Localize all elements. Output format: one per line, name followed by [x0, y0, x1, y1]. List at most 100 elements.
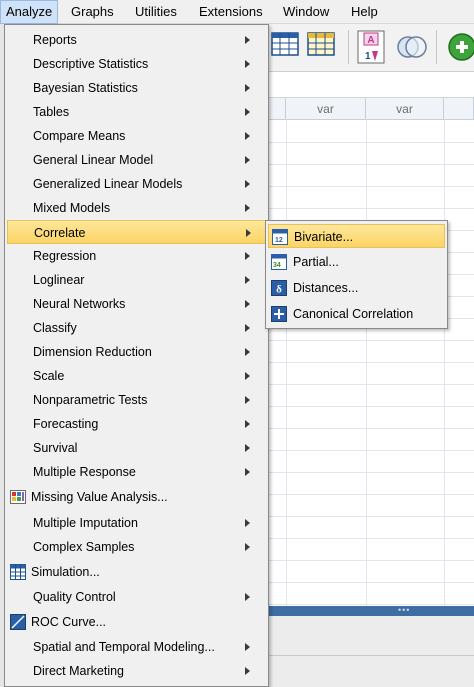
menu-item-label: Simulation...	[31, 565, 100, 579]
menu-item-nonparametric-tests[interactable]: Nonparametric Tests	[7, 388, 266, 412]
menu-bar: Analyze Graphs Utilities Extensions Wind…	[0, 0, 474, 24]
menu-item-compare-means[interactable]: Compare Means	[7, 124, 266, 148]
partial-icon: 34	[271, 254, 287, 270]
overlapping-circles-icon	[397, 36, 427, 58]
submenu-item-canonical-correlation[interactable]: Canonical Correlation	[268, 302, 445, 326]
submenu-arrow-icon	[245, 372, 250, 380]
submenu-item-bivariate[interactable]: 12 Bivariate...	[268, 224, 445, 248]
menu-item-forecasting[interactable]: Forecasting	[7, 412, 266, 436]
menu-item-correlate[interactable]: Correlate	[7, 220, 266, 244]
bivariate-icon: 12	[272, 229, 288, 245]
grid-line	[268, 340, 474, 341]
menu-item-spatial-temporal-modeling[interactable]: Spatial and Temporal Modeling...	[7, 635, 266, 659]
menu-help[interactable]: Help	[346, 0, 383, 24]
value-labels-icon: A 1	[357, 30, 385, 64]
add-button[interactable]	[444, 29, 474, 65]
menu-item-label: Dimension Reduction	[33, 345, 152, 359]
menu-utilities[interactable]: Utilities	[130, 0, 182, 24]
column-header[interactable]: var	[366, 98, 444, 120]
menu-item-classify[interactable]: Classify	[7, 316, 266, 340]
menu-item-bayesian-statistics[interactable]: Bayesian Statistics	[7, 76, 266, 100]
correlate-submenu: 12 Bivariate... 34 Partial... δ Distance…	[265, 220, 448, 329]
menu-item-complex-samples[interactable]: Complex Samples	[7, 535, 266, 559]
menu-item-multiple-imputation[interactable]: Multiple Imputation	[7, 511, 266, 535]
submenu-arrow-icon	[246, 229, 251, 237]
menu-item-tables[interactable]: Tables	[7, 100, 266, 124]
grid-line	[268, 384, 474, 385]
submenu-arrow-icon	[245, 252, 250, 260]
simulation-icon	[10, 564, 26, 580]
value-labels-button[interactable]: A 1	[354, 29, 390, 65]
submenu-item-partial[interactable]: 34 Partial...	[268, 250, 445, 274]
submenu-arrow-icon	[245, 667, 250, 675]
analyze-menu: Reports Descriptive Statistics Bayesian …	[4, 24, 269, 687]
submenu-arrow-icon	[245, 324, 250, 332]
use-sets-button[interactable]	[394, 29, 430, 65]
menu-graphs[interactable]: Graphs	[66, 0, 119, 24]
column-header[interactable]: var	[286, 98, 366, 120]
submenu-arrow-icon	[245, 468, 250, 476]
data-grid-button[interactable]	[270, 29, 306, 65]
menu-extensions[interactable]: Extensions	[194, 0, 268, 24]
menu-item-label: Mixed Models	[33, 201, 111, 215]
toolbar-separator	[348, 30, 349, 64]
menu-item-general-linear-model[interactable]: General Linear Model	[7, 148, 266, 172]
submenu-arrow-icon	[245, 420, 250, 428]
submenu-arrow-icon	[245, 84, 250, 92]
submenu-item-label: Partial...	[293, 255, 339, 269]
menu-window[interactable]: Window	[278, 0, 334, 24]
menu-item-dimension-reduction[interactable]: Dimension Reduction	[7, 340, 266, 364]
missing-value-icon	[10, 489, 26, 505]
menu-item-neural-networks[interactable]: Neural Networks	[7, 292, 266, 316]
grid-header: var var	[268, 98, 474, 120]
grid-line	[268, 450, 474, 451]
menu-item-label: Reports	[33, 33, 77, 47]
menu-analyze[interactable]: Analyze	[0, 0, 59, 24]
table-grid-yellow-icon	[307, 32, 335, 56]
grid-line	[268, 164, 474, 165]
menu-item-multiple-response[interactable]: Multiple Response	[7, 460, 266, 484]
submenu-arrow-icon	[245, 593, 250, 601]
menu-item-survival[interactable]: Survival	[7, 436, 266, 460]
menu-item-regression[interactable]: Regression	[7, 244, 266, 268]
menu-item-missing-value-analysis[interactable]: Missing Value Analysis...	[7, 485, 266, 509]
column-header[interactable]	[444, 98, 474, 120]
menu-item-quality-control[interactable]: Quality Control	[7, 585, 266, 609]
grid-header-cell	[268, 98, 286, 120]
green-plus-icon	[448, 33, 474, 61]
menu-item-generalized-linear-models[interactable]: Generalized Linear Models	[7, 172, 266, 196]
splitter-bar[interactable]: •••	[268, 606, 474, 616]
grid-line	[268, 362, 474, 363]
menu-item-roc-curve[interactable]: ROC Curve...	[7, 610, 266, 634]
menu-item-reports[interactable]: Reports	[7, 28, 266, 52]
menu-item-label: ROC Curve...	[31, 615, 107, 629]
menu-item-scale[interactable]: Scale	[7, 364, 266, 388]
submenu-arrow-icon	[245, 132, 250, 140]
divider	[268, 655, 474, 656]
menu-item-direct-marketing[interactable]: Direct Marketing	[7, 659, 266, 683]
submenu-item-label: Canonical Correlation	[293, 307, 414, 321]
menu-item-mixed-models[interactable]: Mixed Models	[7, 196, 266, 220]
menu-item-loglinear[interactable]: Loglinear	[7, 268, 266, 292]
menu-item-simulation[interactable]: Simulation...	[7, 560, 266, 584]
grid-line	[268, 406, 474, 407]
menu-item-label: Complex Samples	[33, 540, 135, 554]
svg-text:A: A	[367, 35, 374, 46]
menu-item-label: Compare Means	[33, 129, 126, 143]
submenu-item-label: Bivariate...	[294, 230, 354, 244]
grid-line	[444, 120, 445, 606]
submenu-item-distances[interactable]: δ Distances...	[268, 276, 445, 300]
menu-item-label: Classify	[33, 321, 77, 335]
cell-editor-bar	[268, 72, 474, 98]
grid-line	[366, 120, 367, 606]
svg-text:12: 12	[275, 237, 283, 244]
grid-line	[268, 428, 474, 429]
submenu-arrow-icon	[245, 204, 250, 212]
menu-item-descriptive-statistics[interactable]: Descriptive Statistics	[7, 52, 266, 76]
menu-item-label: Tables	[33, 105, 70, 119]
grid-line	[286, 120, 287, 606]
submenu-arrow-icon	[245, 396, 250, 404]
submenu-arrow-icon	[245, 60, 250, 68]
variable-grid-button[interactable]	[306, 29, 342, 65]
menu-item-label: Quality Control	[33, 590, 116, 604]
